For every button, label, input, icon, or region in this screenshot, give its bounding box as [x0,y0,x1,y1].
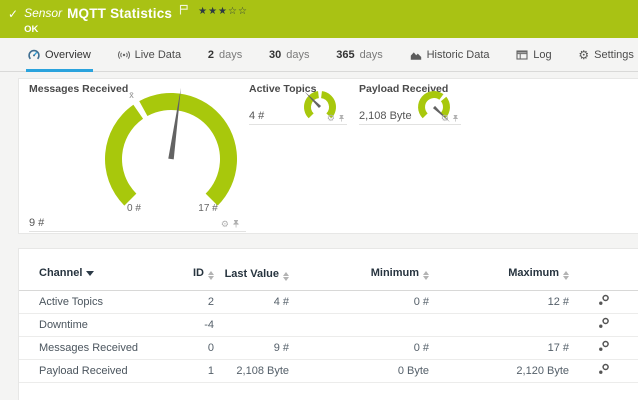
cell-id: -4 [169,313,214,336]
tab-unit: days [219,49,242,61]
gauge-max-label: 17 # [188,203,228,214]
historic-data-icon [410,49,422,61]
cell-channel[interactable]: Messages Received [19,336,169,359]
flag-icon[interactable] [179,2,189,20]
tab-live-data[interactable]: Live Data [116,40,183,72]
mini-gauge-widget-payload-received: Payload Received 2,108 Byte ⚙ [359,83,461,125]
channel-settings-icon[interactable] [598,317,610,329]
sort-both-icon [423,271,429,280]
cell-minimum: 0 # [289,290,429,313]
page-title: MQTT Statistics [67,6,172,21]
sort-desc-icon [86,271,94,276]
cell-id: 1 [169,359,214,382]
cell-maximum: 17 # [429,336,569,359]
column-label: Channel [39,267,82,279]
tab-label: Overview [45,49,91,61]
channel-settings-icon[interactable] [598,340,610,352]
pin-icon[interactable] [338,114,345,123]
gauge-min-label: 0 # [114,203,154,214]
priority-stars[interactable]: ★★★☆☆ [198,6,248,17]
gear-icon[interactable]: ⚙ [327,114,335,123]
tab-365-days[interactable]: 365 days [334,40,385,72]
cell-minimum: 0 # [289,336,429,359]
settings-icon: ⚙ [578,49,589,61]
status-ok-check-icon: ✓ [8,7,18,21]
cell-maximum: 12 # [429,290,569,313]
gauge-current-value: 2,108 Byte [359,110,412,122]
cell-channel[interactable]: Payload Received [19,359,169,382]
gauge-icon [28,49,40,61]
cell-minimum [289,313,429,336]
tab-historic-data[interactable]: Historic Data [408,40,492,72]
live-data-icon [118,49,130,61]
cell-channel[interactable]: Active Topics [19,290,169,313]
tab-2-days[interactable]: 2 days [206,40,244,72]
tab-log[interactable]: Log [514,40,553,72]
column-header-maximum[interactable]: Maximum [429,255,569,290]
tab-unit: days [286,49,309,61]
log-icon [516,49,528,61]
table-row: Downtime-4 [19,313,638,336]
channel-settings-icon[interactable] [598,294,610,306]
column-label: Maximum [508,267,559,279]
cell-lastvalue: 2,108 Byte [214,359,289,382]
prtg-sensor-page: ✓ Sensor MQTT Statistics ★★★☆☆ OK Overvi… [0,0,638,400]
cell-maximum [429,313,569,336]
column-header-actions [569,255,638,290]
column-header-id[interactable]: ID [169,255,214,290]
cell-id: 0 [169,336,214,359]
table-row: Messages Received09 #0 #17 # [19,336,638,359]
messages-received-gauge: x̄ [86,79,256,214]
main-gauge-widget: Messages Received x̄ 0 # 17 # 9 # ⚙ [29,83,246,232]
gauges-panel: Messages Received x̄ 0 # 17 # 9 # ⚙ Acti… [18,78,638,234]
column-header-minimum[interactable]: Minimum [289,255,429,290]
tab-30-days[interactable]: 30 days [267,40,312,72]
cell-lastvalue: 4 # [214,290,289,313]
gear-icon[interactable]: ⚙ [441,114,449,123]
tab-overview[interactable]: Overview [26,40,93,72]
gauge-current-value: 4 # [249,110,264,122]
tab-unit: days [360,49,383,61]
column-label: Last Value [225,268,279,280]
average-marker-label: x̄ [129,90,134,100]
tab-bar: Overview Live Data 2 days 30 days 365 days Histo… [0,40,638,72]
tab-label: Settings [594,49,634,61]
gear-icon[interactable]: ⚙ [221,220,229,229]
mini-gauge-widget-active-topics: Active Topics 4 # ⚙ [249,83,347,125]
sort-both-icon [563,271,569,280]
table-row: Payload Received12,108 Byte0 Byte2,120 B… [19,359,638,382]
channel-settings-icon[interactable] [598,363,610,375]
column-label: Minimum [371,267,419,279]
table-row: Active Topics24 #0 #12 # [19,290,638,313]
tab-settings[interactable]: ⚙ Settings [576,40,636,72]
channel-table-panel: Channel ID Last Value Minimum Maximum Active… [18,248,638,400]
cell-lastvalue [214,313,289,336]
column-header-channel[interactable]: Channel [19,255,169,290]
sensor-header: ✓ Sensor MQTT Statistics ★★★☆☆ OK [0,0,638,38]
pin-icon[interactable] [452,114,459,123]
tab-number: 30 [269,49,281,61]
cell-lastvalue: 9 # [214,336,289,359]
channel-table: Channel ID Last Value Minimum Maximum Active… [19,255,638,383]
pin-icon[interactable] [232,219,240,229]
tab-label: Log [533,49,551,61]
sort-both-icon [283,272,289,281]
column-header-lastvalue[interactable]: Last Value [214,255,289,290]
object-kind-label: Sensor [24,6,62,20]
sort-both-icon [208,271,214,280]
gauge-current-value: 9 # [29,217,44,229]
tab-number: 365 [336,49,354,61]
tab-label: Live Data [135,49,181,61]
cell-maximum: 2,120 Byte [429,359,569,382]
cell-channel[interactable]: Downtime [19,313,169,336]
cell-id: 2 [169,290,214,313]
tab-label: Historic Data [427,49,490,61]
cell-minimum: 0 Byte [289,359,429,382]
tab-number: 2 [208,49,214,61]
column-label: ID [193,267,204,279]
status-badge: OK [24,24,248,35]
